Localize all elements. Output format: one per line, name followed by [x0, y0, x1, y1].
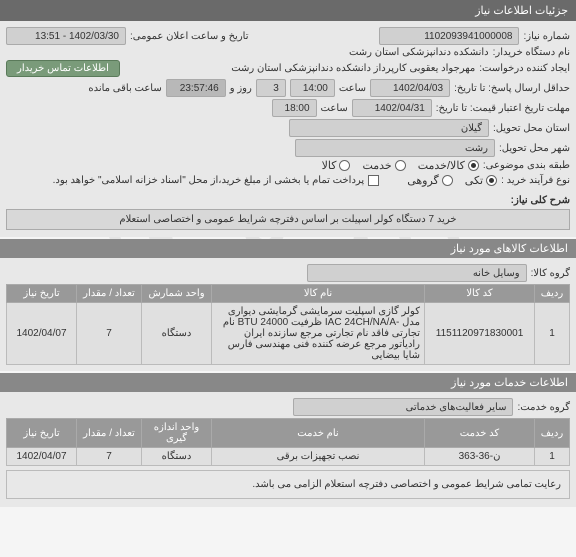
- creator-label: ایجاد کننده درخواست:: [479, 63, 570, 74]
- services-th-row: ردیف: [535, 419, 570, 448]
- desc-label: شرح کلی نیاز:: [511, 195, 570, 206]
- goods-cell-name: کولر گازی اسپلیت سرمایشی گرمایشی دیواری …: [212, 303, 425, 365]
- goods-cell-row: 1: [535, 303, 570, 365]
- goods-th-row: ردیف: [535, 285, 570, 303]
- contact-buyer-button[interactable]: اطلاعات تماس خریدار: [6, 60, 120, 77]
- send-deadline-time-field: 14:00: [290, 79, 335, 97]
- radio-dot-icon: [339, 160, 350, 171]
- goods-table: ردیف کد کالا نام کالا واحد شمارش تعداد /…: [6, 284, 570, 365]
- goods-th-date: تاریخ نیاز: [7, 285, 77, 303]
- send-deadline-label: حداقل ارسال پاسخ: تا تاریخ:: [454, 83, 570, 94]
- desc-box: خرید 7 دستگاه کولر اسپیلت بر اساس دفترچه…: [6, 209, 570, 230]
- services-table-header-row: ردیف کد خدمت نام خدمت واحد اندازه گیری ت…: [7, 419, 570, 448]
- services-table: ردیف کد خدمت نام خدمت واحد اندازه گیری ت…: [6, 418, 570, 466]
- remaining-time-field: 23:57:46: [166, 79, 226, 97]
- radio-goods[interactable]: کالا: [322, 159, 351, 172]
- process-label: نوع فرآیند خرید :: [501, 175, 570, 186]
- announce-datetime-field: 1402/03/30 - 13:51: [6, 27, 126, 45]
- validity-date-field: 1402/04/31: [352, 99, 432, 117]
- basket-label: طبقه بندی موضوعی:: [483, 160, 570, 171]
- services-cell-date: 1402/04/07: [7, 448, 77, 466]
- send-deadline-date-field: 1402/04/03: [370, 79, 450, 97]
- goods-th-name: نام کالا: [212, 285, 425, 303]
- services-cell-unit: دستگاه: [142, 448, 212, 466]
- buyer-device-label: نام دستگاه خریدار:: [493, 47, 570, 58]
- days-label: روز و: [230, 83, 252, 94]
- hour-label-1: ساعت: [339, 83, 366, 94]
- services-cell-row: 1: [535, 448, 570, 466]
- info-panel: شماره نیاز: 1102093941000008 تاریخ و ساع…: [0, 21, 576, 237]
- radio-dot-icon: [486, 175, 497, 186]
- goods-group-field: وسایل خانه: [307, 264, 527, 282]
- radio-dot-icon: [468, 160, 479, 171]
- services-group-field: سایر فعالیت‌های خدماتی: [293, 398, 513, 416]
- services-th-code: کد خدمت: [425, 419, 535, 448]
- radio-single[interactable]: تکی: [465, 174, 497, 187]
- validity-label: مهلت تاریخ اعتبار قیمت: تا تاریخ:: [436, 103, 570, 114]
- services-group-label: گروه خدمت:: [517, 402, 570, 413]
- goods-table-header-row: ردیف کد کالا نام کالا واحد شمارش تعداد /…: [7, 285, 570, 303]
- services-cell-qty: 7: [77, 448, 142, 466]
- goods-cell-code: 1151120971830001: [425, 303, 535, 365]
- process-radio-group: تکی گروهی: [407, 174, 497, 187]
- goods-cell-qty: 7: [77, 303, 142, 365]
- services-th-qty: تعداد / مقدار: [77, 419, 142, 448]
- goods-group-label: گروه کالا:: [531, 268, 570, 279]
- radio-single-label: تکی: [465, 174, 483, 187]
- page-header: جزئیات اطلاعات نیاز: [0, 0, 576, 21]
- goods-section-title: اطلاعات کالاهای مورد نیاز: [0, 239, 576, 258]
- radio-dot-icon: [395, 160, 406, 171]
- province-field: گیلان: [289, 119, 489, 137]
- days-value-field: 3: [256, 79, 286, 97]
- services-panel: گروه خدمت: سایر فعالیت‌های خدماتی ردیف ک…: [0, 392, 576, 507]
- creator-value: مهرجواد یعقوبی کارپرداز دانشکده دندانپزش…: [124, 63, 475, 74]
- services-cell-name: نصب تجهیزات برقی: [212, 448, 425, 466]
- services-th-unit: واحد اندازه گیری: [142, 419, 212, 448]
- buyer-device-value: دانشکده دندانپزشکی استان رشت: [349, 47, 489, 58]
- goods-table-row: 1 1151120971830001 کولر گازی اسپلیت سرما…: [7, 303, 570, 365]
- goods-th-qty: تعداد / مقدار: [77, 285, 142, 303]
- radio-group-label: گروهی: [407, 174, 439, 187]
- province-label: استان محل تحویل:: [493, 123, 570, 134]
- goods-cell-date: 1402/04/07: [7, 303, 77, 365]
- announce-datetime-label: تاریخ و ساعت اعلان عمومی:: [130, 31, 249, 42]
- services-th-date: تاریخ نیاز: [7, 419, 77, 448]
- category-radio-group: کالا/خدمت خدمت کالا: [322, 159, 479, 172]
- city-field: رشت: [295, 139, 495, 157]
- remaining-label: ساعت باقی مانده: [88, 83, 161, 94]
- radio-goods-service[interactable]: کالا/خدمت: [418, 159, 479, 172]
- services-table-row: 1 ن-36-363 نصب تجهیزات برقی دستگاه 7 140…: [7, 448, 570, 466]
- radio-dot-icon: [442, 175, 453, 186]
- radio-group[interactable]: گروهی: [407, 174, 453, 187]
- radio-goods-service-label: کالا/خدمت: [418, 159, 465, 172]
- services-th-name: نام خدمت: [212, 419, 425, 448]
- need-number-label: شماره نیاز:: [523, 31, 570, 42]
- goods-panel: گروه کالا: وسایل خانه ردیف کد کالا نام ک…: [0, 258, 576, 371]
- note-box: رعایت تمامی شرایط عمومی و اختصاصی دفترچه…: [6, 470, 570, 499]
- main-container: جزئیات اطلاعات نیاز شماره نیاز: 11020939…: [0, 0, 576, 507]
- goods-th-code: کد کالا: [425, 285, 535, 303]
- city-label: شهر محل تحویل:: [499, 143, 570, 154]
- validity-time-field: 18:00: [272, 99, 317, 117]
- radio-goods-label: کالا: [322, 159, 337, 172]
- payment-checkbox[interactable]: [368, 175, 379, 186]
- services-section-title: اطلاعات خدمات مورد نیاز: [0, 373, 576, 392]
- payment-note-label: پرداخت تمام یا بخشی از مبلغ خرید،از محل …: [53, 175, 365, 186]
- services-cell-code: ن-36-363: [425, 448, 535, 466]
- radio-service[interactable]: خدمت: [362, 159, 405, 172]
- goods-cell-unit: دستگاه: [142, 303, 212, 365]
- goods-th-unit: واحد شمارش: [142, 285, 212, 303]
- need-number-field: 1102093941000008: [379, 27, 519, 45]
- radio-service-label: خدمت: [362, 159, 391, 172]
- hour-label-2: ساعت: [321, 103, 348, 114]
